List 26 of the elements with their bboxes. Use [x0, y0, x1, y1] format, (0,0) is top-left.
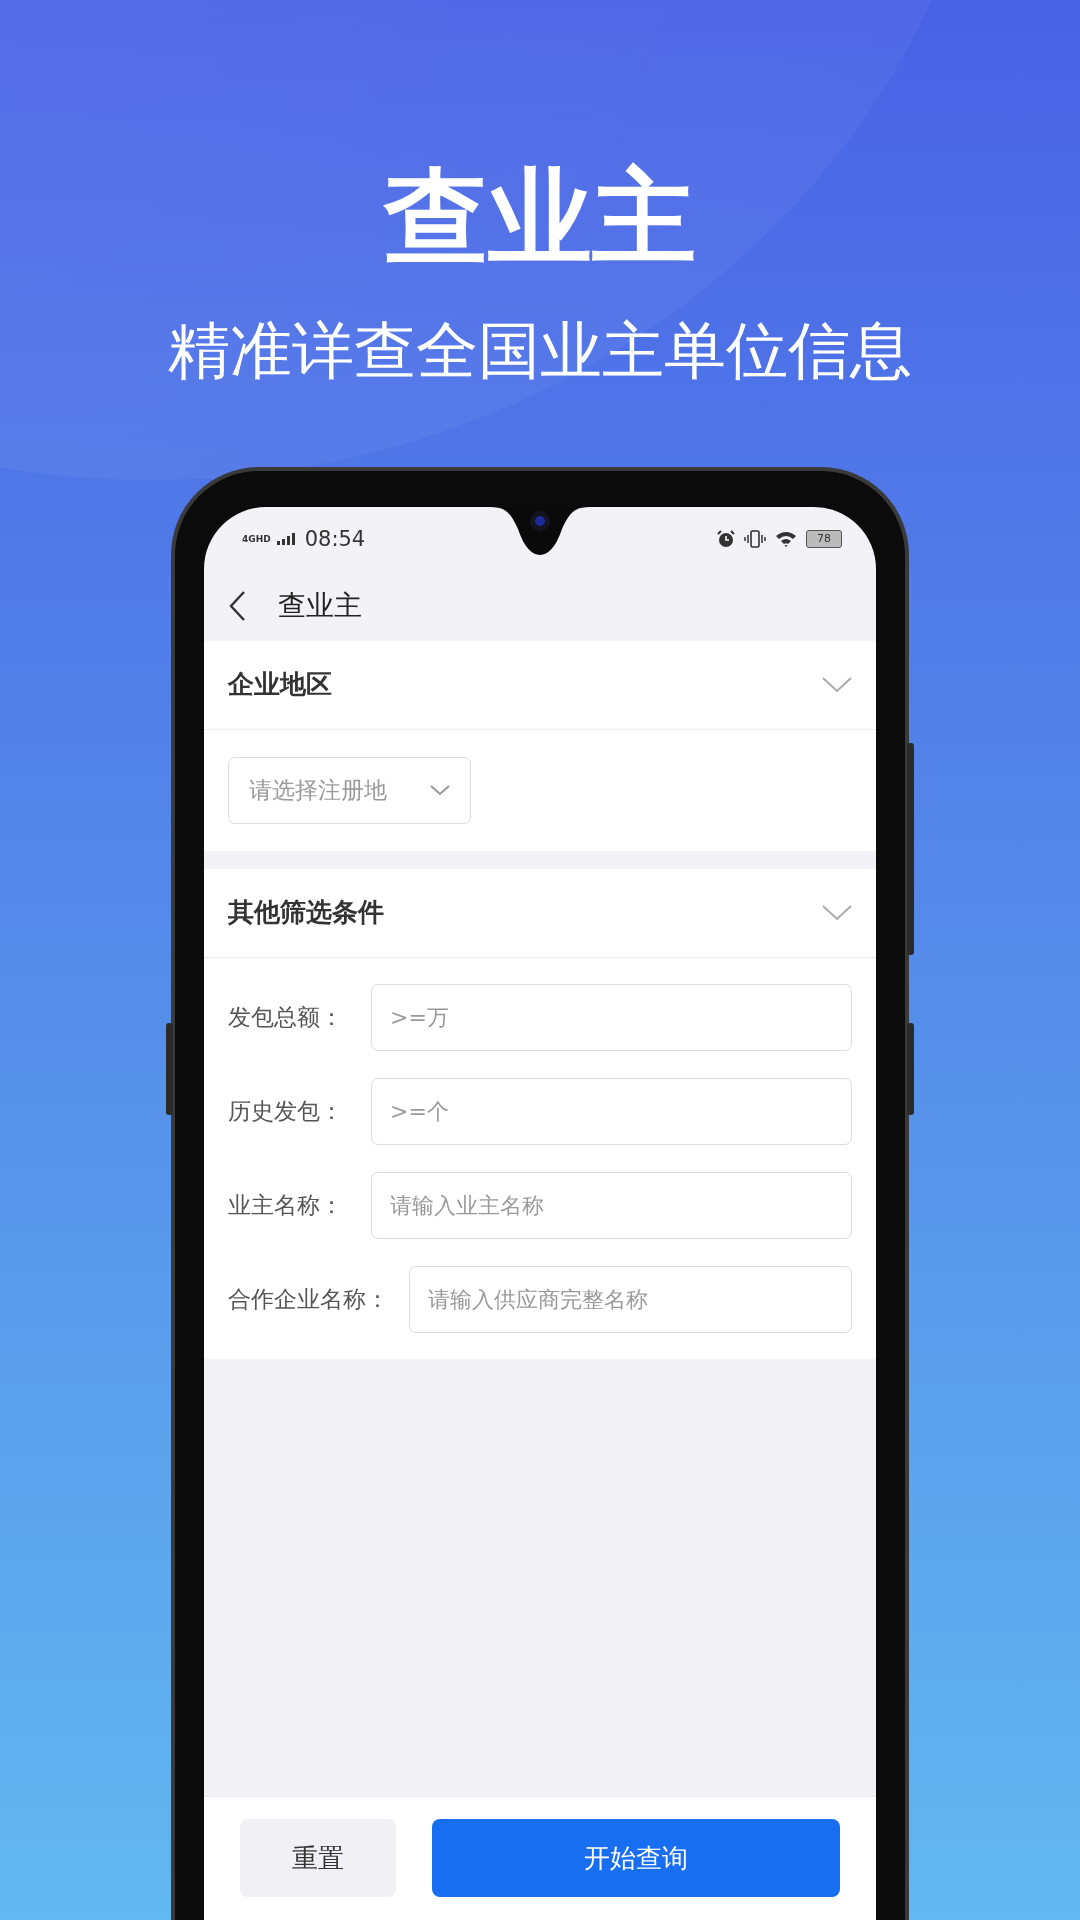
alarm-icon	[717, 529, 735, 548]
signal-icon	[276, 532, 297, 545]
chevron-down-icon	[430, 784, 450, 796]
headline: 查业主	[384, 160, 696, 275]
chevron-down-icon[interactable]	[822, 904, 852, 921]
search-button[interactable]: 开始查询	[432, 1819, 840, 1897]
input-field[interactable]: >=个	[371, 1077, 852, 1145]
vibrate-icon	[744, 529, 766, 548]
network-label: 4GHD	[242, 533, 271, 544]
reset-button[interactable]: 重置	[240, 1819, 396, 1897]
input-field[interactable]: 请输入业主名称	[371, 1171, 852, 1239]
field-label: 发包总额：	[228, 1002, 344, 1032]
section-title[interactable]: 企业地区	[228, 667, 332, 703]
field-label: 历史发包：	[228, 1096, 344, 1126]
nav-title: 查业主	[278, 587, 362, 624]
field-label: 合作企业名称：	[228, 1284, 389, 1314]
chevron-down-icon[interactable]	[822, 676, 852, 693]
field-label: 业主名称：	[228, 1190, 344, 1220]
section-title[interactable]: 其他筛选条件	[228, 895, 384, 931]
wifi-icon	[775, 529, 797, 548]
input-field[interactable]: 请输入供应商完整名称	[409, 1265, 852, 1333]
subtitle: 精准详查全国业主单位信息	[168, 314, 912, 389]
battery-level: 78	[817, 532, 831, 546]
input-field[interactable]: >=万	[371, 983, 852, 1051]
back-icon[interactable]	[228, 589, 246, 622]
status-time: 08:54	[304, 526, 366, 551]
